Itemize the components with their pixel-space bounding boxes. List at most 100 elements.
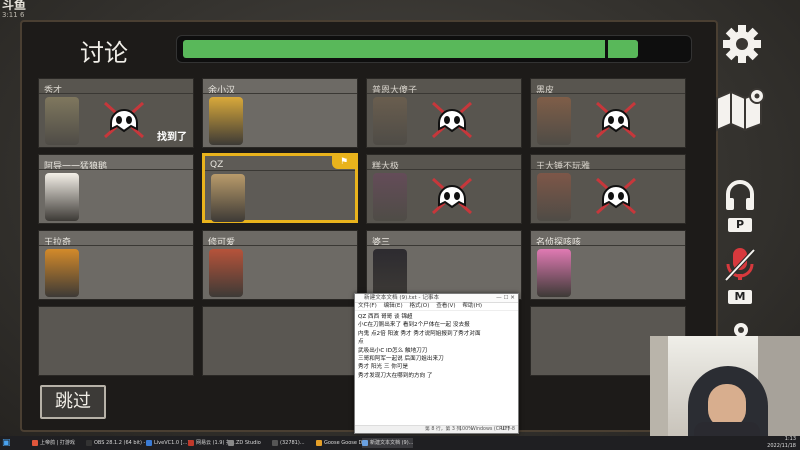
player-avatar <box>45 249 79 297</box>
player-name: 普恩大傻子 <box>372 86 418 96</box>
menu-edit[interactable]: 编辑(E) <box>384 303 403 309</box>
taskbar-item[interactable]: OBS 28.1.2 (64 bit) - <box>86 438 145 448</box>
card-divider <box>39 93 193 94</box>
player-name: 修可爱 <box>208 238 236 248</box>
streamer-body <box>694 422 760 436</box>
text-line: 小C在刀厕出来了 看到2个尸体在一起 没去报 <box>358 322 470 329</box>
headphones-icon[interactable] <box>724 178 756 212</box>
menu-help[interactable]: 帮助(H) <box>462 303 482 309</box>
player-card[interactable]: 修可爱 <box>202 230 358 300</box>
text-line: 内鬼 点2倍 阳波 秀才 秀才说阿姐报到了秀才对面 <box>358 330 481 337</box>
gear-icon[interactable] <box>720 22 764 66</box>
game-screen: 斗鱼 3:11 6 讨论 秀才 找到了 余小汉 普恩大傻子 黑皮 阿导一一猛狼鹅… <box>0 0 800 436</box>
dead-goose-icon <box>431 101 473 139</box>
player-avatar <box>209 249 243 297</box>
timer-fill <box>183 40 638 58</box>
taskbar-item[interactable]: ZD Studio <box>228 438 261 448</box>
text-line: 点 <box>358 339 364 346</box>
muted-mic-icon[interactable] <box>722 246 758 284</box>
mute-key-hint: M <box>728 290 752 304</box>
encoding: UTF-8 <box>501 427 515 432</box>
card-divider <box>367 93 521 94</box>
player-card[interactable]: 普恩大傻子 <box>366 78 522 148</box>
dead-goose-icon <box>595 101 637 139</box>
card-divider <box>367 169 521 170</box>
taskbar-item-active[interactable]: 新建文本文档 (9)... <box>362 438 414 448</box>
map-icon[interactable] <box>713 86 769 132</box>
text-line: 武吸出小C ID怎么 触地刀刀 <box>358 347 428 354</box>
player-card[interactable]: 阿导一一猛狼鹅 <box>38 154 194 224</box>
webcam-wall <box>650 336 668 436</box>
dead-goose-icon <box>103 101 145 139</box>
player-card[interactable]: 糕大极 <box>366 154 522 224</box>
notepad-titlebar: 新建文本文档 (9).txt - 记事本 — ☐ ✕ <box>355 294 518 303</box>
dead-goose-icon <box>595 177 637 215</box>
webcam-overlay <box>650 336 800 436</box>
taskbar-item[interactable]: (32781)... <box>272 438 305 448</box>
card-divider <box>367 245 521 246</box>
player-avatar <box>373 97 407 145</box>
taskbar-item[interactable]: 上帝鸽 | 打游戏 <box>32 438 75 448</box>
dead-marker <box>429 175 475 217</box>
stream-logo: 斗鱼 3:11 6 <box>2 0 27 19</box>
timer-marker <box>605 38 608 60</box>
card-divider <box>203 245 357 246</box>
player-name: 黑皮 <box>536 86 555 96</box>
player-name: 王大锤不玩雅 <box>536 162 591 172</box>
player-name: 婆三 <box>372 238 391 248</box>
player-avatar <box>537 173 571 221</box>
cursor-position: 第 8 行，第 3 列 <box>425 427 462 432</box>
dead-marker <box>593 99 639 141</box>
player-name: 糕大极 <box>372 162 400 172</box>
empty-slot <box>38 306 194 376</box>
taskbar-item[interactable]: LiveVC1.0 [...] <box>146 438 189 448</box>
dead-goose-icon <box>431 177 473 215</box>
windows-start-icon[interactable]: ▣ <box>2 438 12 448</box>
card-divider <box>203 93 357 94</box>
player-name: 余小汉 <box>208 86 236 96</box>
player-name: 秀才 <box>44 86 63 96</box>
notepad-window[interactable]: 新建文本文档 (9).txt - 记事本 — ☐ ✕ 文件(F) 编辑(E) 格… <box>354 293 519 434</box>
player-name: 阿导一一猛狼鹅 <box>44 162 108 172</box>
player-avatar <box>537 97 571 145</box>
dead-marker <box>593 175 639 217</box>
player-card-self[interactable]: QZ ⚑ <box>202 153 358 223</box>
notepad-statusbar: 第 8 行，第 3 列 100% Windows (CRLF) UTF-8 <box>355 425 518 433</box>
card-divider <box>531 93 685 94</box>
page-title: 讨论 <box>80 39 128 67</box>
window-controls[interactable]: — ☐ ✕ <box>496 294 515 302</box>
card-divider <box>531 169 685 170</box>
card-divider <box>205 170 355 171</box>
notepad-text-area[interactable]: QZ 西西 哥哥 谈 锦超 小C在刀厕出来了 看到2个尸体在一起 没去报 内鬼 … <box>355 311 518 382</box>
skip-vote-button[interactable]: 跳过 <box>40 385 106 419</box>
player-card[interactable]: 秀才 找到了 <box>38 78 194 148</box>
player-card[interactable]: 名侦探咳咳 <box>530 230 686 300</box>
player-card[interactable]: 王拉奇 <box>38 230 194 300</box>
player-card[interactable]: 王大锤不玩雅 <box>530 154 686 224</box>
found-body-label: 找到了 <box>157 132 187 143</box>
notepad-menu: 文件(F) 编辑(E) 格式(O) 查看(V) 帮助(H) <box>355 303 518 311</box>
card-divider <box>39 245 193 246</box>
megaphone-icon: ⚑ <box>332 155 356 169</box>
text-line: QZ 西西 哥哥 谈 锦超 <box>358 314 413 320</box>
player-avatar <box>373 173 407 221</box>
player-card[interactable]: 婆三 <box>366 230 522 300</box>
empty-slot <box>202 306 358 376</box>
player-avatar <box>45 173 79 221</box>
voice-key-hint: P <box>728 218 752 232</box>
menu-file[interactable]: 文件(F) <box>358 303 377 309</box>
player-avatar <box>537 249 571 297</box>
text-line: 三哥和阿军一起说 后面刀姐出来刀 <box>358 356 444 363</box>
player-avatar <box>209 97 243 145</box>
menu-format[interactable]: 格式(O) <box>409 303 429 309</box>
player-card[interactable]: 黑皮 <box>530 78 686 148</box>
text-line: 秀才发现刀大在哪到的方向 了 <box>358 372 433 379</box>
player-avatar <box>45 97 79 145</box>
menu-view[interactable]: 查看(V) <box>436 303 455 309</box>
card-divider <box>39 169 193 170</box>
player-name: 王拉奇 <box>44 238 72 248</box>
player-name: 名侦探咳咳 <box>536 238 582 248</box>
player-card[interactable]: 余小汉 <box>202 78 358 148</box>
dead-marker <box>101 99 147 141</box>
player-avatar <box>211 174 245 222</box>
